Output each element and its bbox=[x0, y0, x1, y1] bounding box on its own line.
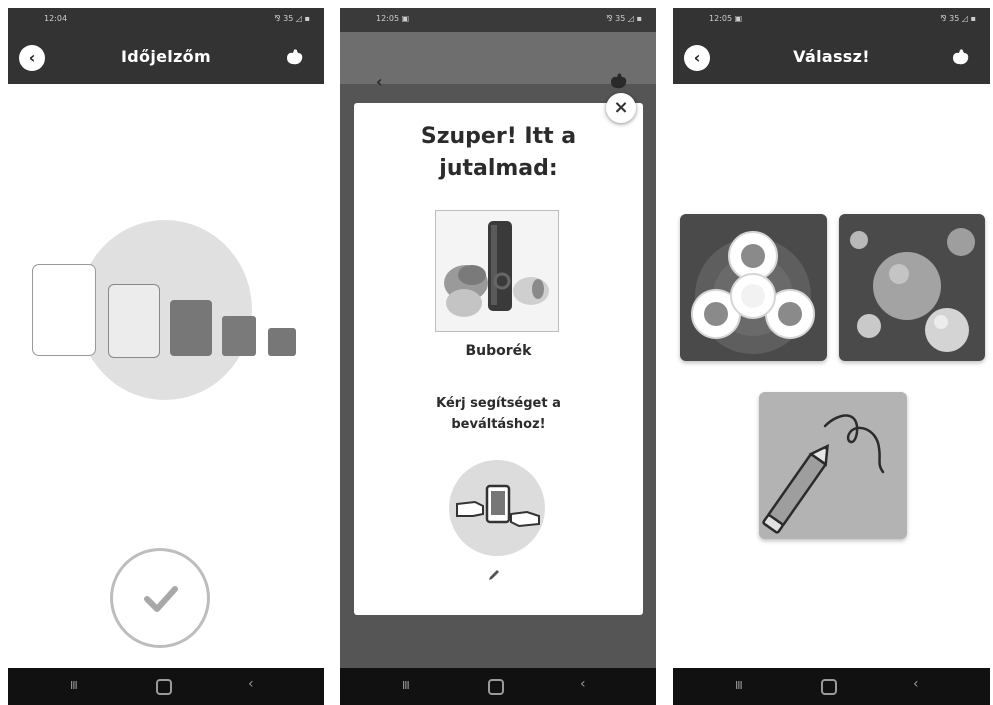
nav-home-button[interactable] bbox=[821, 679, 837, 695]
reward-name: Buborék bbox=[465, 343, 532, 359]
page-title: Időjelzőm bbox=[121, 47, 211, 66]
checkmark-icon bbox=[144, 586, 178, 612]
redeem-help-text: Kérj segítséget a beváltáshoz! bbox=[384, 393, 613, 435]
dialog-title-line-1: Szuper! Itt a bbox=[420, 124, 577, 149]
timer-step-1 bbox=[32, 264, 96, 356]
dimmed-back-icon: ‹ bbox=[376, 72, 383, 91]
timer-step-4 bbox=[222, 316, 256, 356]
nav-recent-button[interactable]: III bbox=[402, 679, 410, 692]
timer-screen: 12:04 ⅋ 35 ◿ ▪ ‹ Időjelzőm III ‹ bbox=[8, 8, 324, 705]
nav-home-button[interactable] bbox=[488, 679, 504, 695]
hand-icon[interactable] bbox=[950, 48, 970, 66]
status-time: 12:05 ▣ bbox=[709, 14, 743, 23]
status-bar: 12:04 ⅋ 35 ◿ ▪ bbox=[8, 8, 324, 32]
pencil-icon[interactable] bbox=[487, 568, 501, 582]
choice-fidget-spinner[interactable] bbox=[680, 214, 827, 361]
system-nav-bar: III ‹ bbox=[340, 668, 656, 705]
back-button[interactable]: ‹ bbox=[19, 45, 45, 71]
hand-icon[interactable] bbox=[284, 48, 304, 66]
exchange-illustration bbox=[449, 460, 545, 556]
bubble-toy-illustration bbox=[444, 221, 549, 317]
status-icons: ⅋ 35 ◿ ▪ bbox=[606, 14, 642, 23]
status-time: 12:05 ▣ bbox=[376, 14, 410, 23]
app-bar: ‹ Időjelzőm bbox=[8, 32, 324, 84]
help-line-1: Kérj segítséget a bbox=[436, 396, 561, 411]
choice-drawing[interactable] bbox=[759, 392, 907, 539]
timer-step-2 bbox=[108, 284, 160, 358]
timer-step-3 bbox=[170, 300, 212, 356]
nav-back-button[interactable]: ‹ bbox=[580, 676, 586, 692]
exchange-icon bbox=[456, 484, 540, 528]
reward-image bbox=[435, 210, 559, 332]
status-icons: ⅋ 35 ◿ ▪ bbox=[940, 14, 976, 23]
bubbles-icon bbox=[850, 228, 975, 352]
drawing-pencil-icon bbox=[762, 414, 885, 534]
reward-screen: 12:05 ▣ ⅋ 35 ◿ ▪ ‹ Szuper! Itt a jutalma… bbox=[340, 8, 656, 705]
close-dialog-button[interactable]: × bbox=[606, 93, 636, 123]
back-button[interactable]: ‹ bbox=[684, 45, 710, 71]
nav-recent-button[interactable]: III bbox=[735, 679, 743, 692]
system-nav-bar: III ‹ bbox=[673, 668, 990, 705]
help-line-2: beváltáshoz! bbox=[451, 417, 546, 432]
nav-back-button[interactable]: ‹ bbox=[913, 676, 919, 692]
nav-back-button[interactable]: ‹ bbox=[248, 676, 254, 692]
dialog-title: Szuper! Itt a jutalmad: bbox=[354, 121, 643, 185]
timer-background-circle bbox=[78, 220, 252, 400]
dialog-title-line-2: jutalmad: bbox=[439, 156, 558, 181]
status-icons: ⅋ 35 ◿ ▪ bbox=[274, 14, 310, 23]
app-bar: ‹ Válassz! bbox=[673, 32, 990, 84]
reward-dialog: Szuper! Itt a jutalmad: Buborék Kérj seg… bbox=[354, 103, 643, 615]
timer-step-5 bbox=[268, 328, 296, 356]
fidget-spinner-icon bbox=[691, 231, 815, 354]
dimmed-hand-icon bbox=[611, 73, 627, 89]
choice-screen: 12:05 ▣ ⅋ 35 ◿ ▪ ‹ Válassz! III ‹ bbox=[673, 8, 990, 705]
choice-bubbles[interactable] bbox=[839, 214, 985, 361]
page-title: Válassz! bbox=[793, 47, 870, 66]
system-nav-bar: III ‹ bbox=[8, 668, 324, 705]
status-time: 12:04 bbox=[44, 14, 68, 23]
status-bar: 12:05 ▣ ⅋ 35 ◿ ▪ bbox=[673, 8, 990, 32]
nav-recent-button[interactable]: III bbox=[70, 679, 78, 692]
status-bar: 12:05 ▣ ⅋ 35 ◿ ▪ bbox=[340, 8, 656, 32]
nav-home-button[interactable] bbox=[156, 679, 172, 695]
done-button[interactable] bbox=[110, 548, 210, 648]
